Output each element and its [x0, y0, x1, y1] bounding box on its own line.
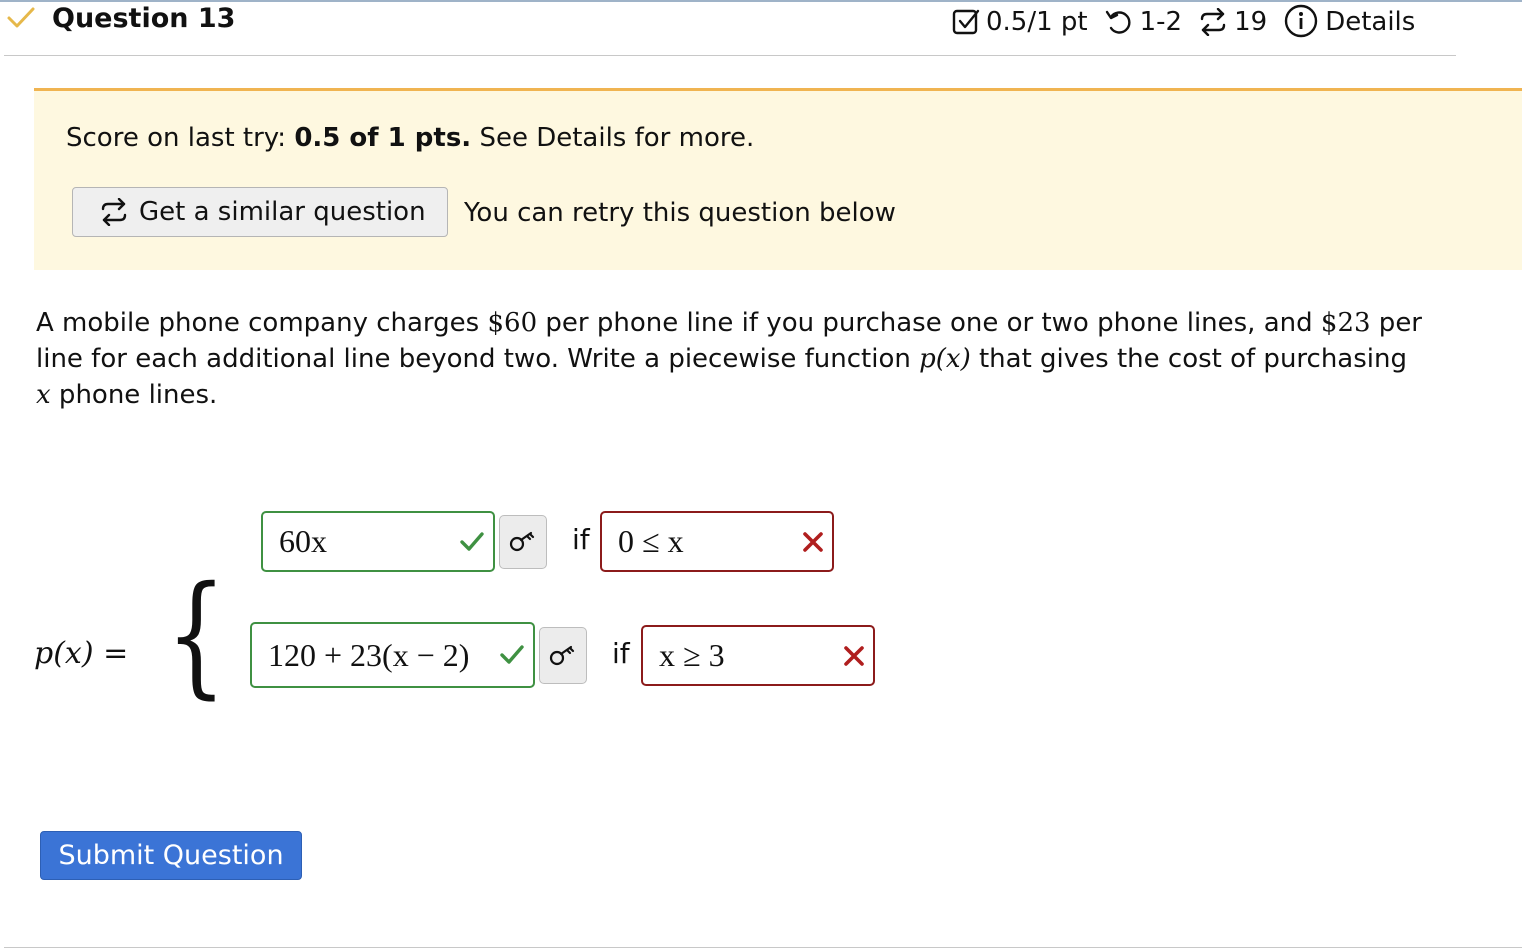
similar-button-label: Get a similar question: [139, 197, 426, 227]
similar-questions-icon: [1200, 8, 1226, 36]
price-additional-line: $23: [1320, 308, 1371, 338]
expression-input-2[interactable]: 120 + 23(x − 2): [250, 622, 535, 688]
if-label-2: if: [612, 637, 630, 670]
condition-input-2[interactable]: x ≥ 3: [641, 625, 875, 686]
problem-line-3: x phone lines.: [36, 377, 1476, 413]
similar-count-text: 19: [1234, 7, 1268, 37]
expression-value-2: 120 + 23(x − 2): [268, 636, 470, 673]
get-similar-question-button[interactable]: Get a similar question: [72, 187, 448, 237]
incorrect-x-icon: [844, 645, 864, 666]
score-value: 0.5 of 1 pts.: [294, 123, 472, 153]
similar-question-icon: [101, 198, 127, 226]
function-name: p(x): [919, 344, 971, 374]
problem-text: that gives the cost of purchasing: [970, 344, 1407, 374]
info-icon[interactable]: [1283, 4, 1319, 40]
bottom-divider: [4, 947, 1522, 948]
partial-credit-check-icon: [7, 7, 35, 28]
problem-text: per: [1370, 308, 1423, 338]
attempts-undo-icon: [1105, 10, 1131, 34]
retry-text: You can retry this question below: [464, 198, 896, 228]
score-suffix: See Details for more.: [471, 123, 755, 153]
details-link[interactable]: Details: [1325, 7, 1415, 37]
score-prefix: Score on last try:: [66, 123, 295, 153]
math-preview-button-2[interactable]: [539, 627, 587, 684]
problem-text: line for each additional line beyond two…: [36, 344, 920, 374]
variable-x: x: [36, 380, 51, 410]
question-title: Question 13: [52, 3, 236, 34]
if-label-1: if: [572, 523, 590, 556]
last-try-score-line: Score on last try: 0.5 of 1 pts. See Det…: [66, 120, 754, 156]
question-meta-bar: 0.5/1 pt 1-2 19 Details: [952, 4, 1415, 40]
incorrect-x-icon: [803, 531, 823, 552]
correct-check-icon: [460, 531, 484, 551]
expression-input-1[interactable]: 60x: [261, 511, 495, 572]
condition-input-1[interactable]: 0 ≤ x: [600, 511, 834, 572]
submit-question-button[interactable]: Submit Question: [40, 831, 302, 880]
key-icon: [549, 645, 575, 665]
attempts-text: 1-2: [1139, 7, 1183, 37]
condition-value-1: 0 ≤ x: [618, 523, 684, 559]
problem-text: per phone line if you purchase one or tw…: [537, 308, 1321, 338]
header-divider: [4, 55, 1456, 56]
condition-value-2: x ≥ 3: [659, 637, 725, 673]
piecewise-label: p(x) =: [34, 636, 129, 671]
expression-value-1: 60x: [279, 523, 327, 559]
problem-text: phone lines.: [50, 380, 218, 410]
score-text: 0.5/1 pt: [986, 7, 1088, 37]
piecewise-brace: {: [166, 558, 227, 712]
last-try-banner: [34, 88, 1522, 270]
score-checkbox-icon: [952, 9, 980, 35]
problem-text: A mobile phone company charges: [36, 308, 488, 338]
problem-line-1: A mobile phone company charges $60 per p…: [36, 305, 1476, 341]
math-preview-button-1[interactable]: [499, 515, 547, 569]
price-per-line: $60: [487, 308, 538, 338]
key-icon: [509, 531, 535, 552]
correct-check-icon: [500, 645, 524, 664]
problem-line-2: line for each additional line beyond two…: [36, 341, 1476, 377]
problem-statement: A mobile phone company charges $60 per p…: [36, 305, 1476, 413]
